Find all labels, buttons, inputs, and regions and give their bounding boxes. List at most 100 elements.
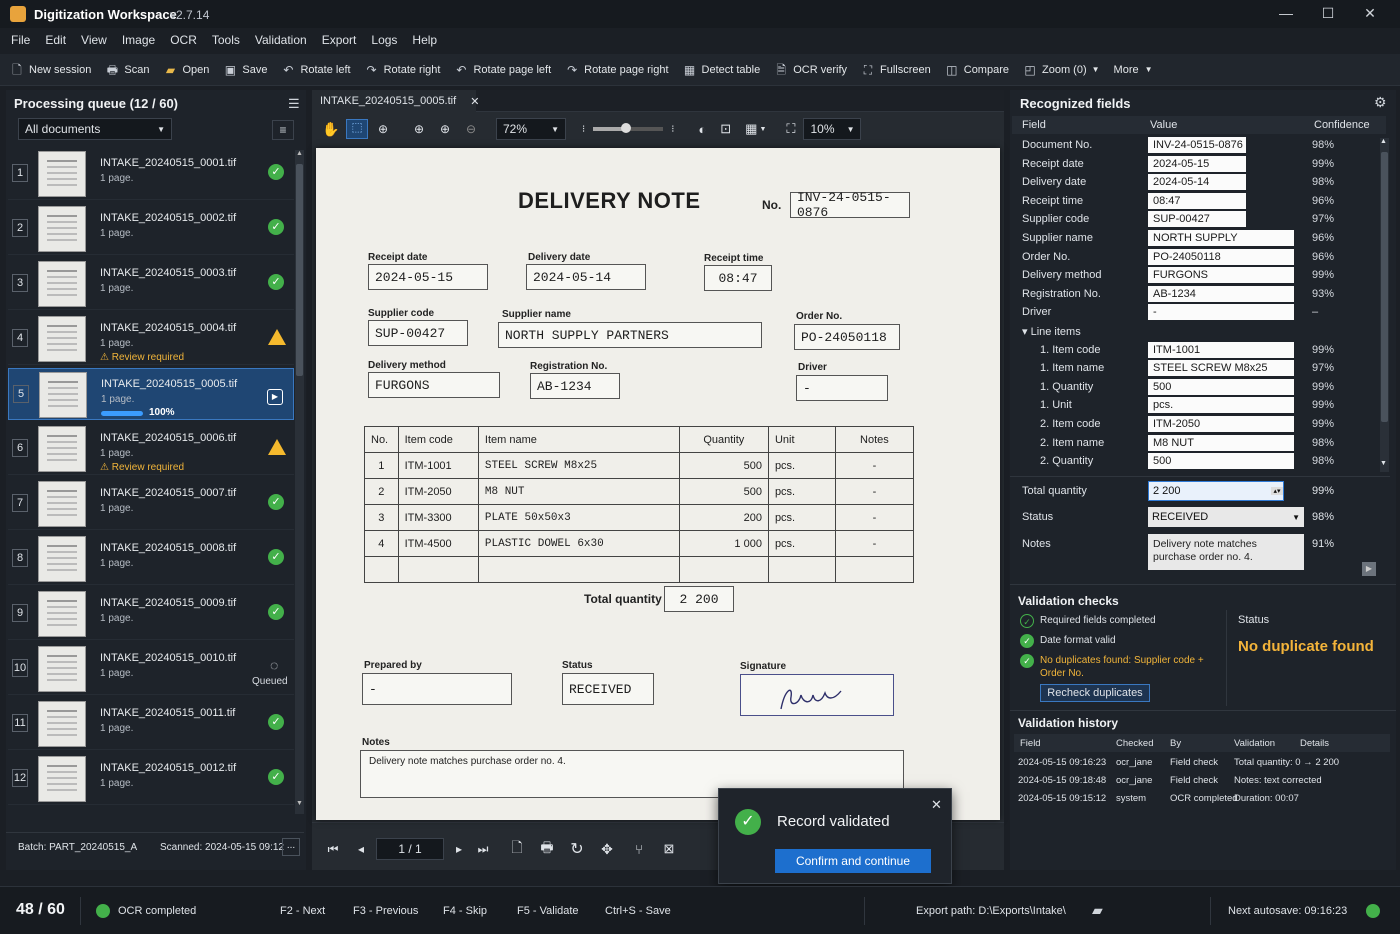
close-toast-icon[interactable]: ✕ (931, 797, 942, 813)
refresh-icon[interactable]: ↻ (568, 839, 586, 859)
menu-item-image[interactable]: Image (122, 33, 155, 47)
more-button[interactable]: More ▼ (1114, 64, 1153, 76)
ocr-verify-button[interactable]: 🗎 OCR verify (774, 63, 847, 77)
field-value-input[interactable]: pcs. (1148, 397, 1294, 414)
recheck-duplicates-button[interactable]: Recheck duplicates (1040, 684, 1150, 702)
queue-item[interactable]: 3 INTAKE_20240515_0003.tif 1 page. ✓ (8, 258, 294, 310)
move-icon[interactable]: ✥ (598, 841, 616, 858)
menu-item-tools[interactable]: Tools (212, 33, 240, 47)
grid-icon[interactable]: ▦ (745, 121, 757, 137)
filter-icon[interactable]: ≡ (272, 120, 294, 140)
zoom-out-icon[interactable]: ⊖ (460, 122, 482, 136)
zoom-in-icon[interactable]: ⊕ (434, 122, 456, 136)
field-value-input[interactable]: 2024-05-15 (1148, 155, 1246, 172)
field-value-input[interactable]: 500 (1148, 378, 1294, 395)
field-value-input[interactable]: ITM-1001 (1148, 341, 1294, 358)
scroll-up-icon[interactable]: ▲ (1380, 138, 1387, 145)
open-button[interactable]: ▰ Open (163, 63, 210, 77)
tab-document[interactable]: INTAKE_20240515_0005.tif ✕ (312, 90, 479, 112)
zoom-fit-icon[interactable]: ⊕ (408, 122, 430, 136)
contrast-slider[interactable] (593, 123, 664, 133)
gear-icon[interactable]: ⚙ (1374, 94, 1387, 111)
next-page-icon[interactable]: ▸ (450, 842, 468, 856)
crop-icon[interactable]: ⊡ (720, 121, 731, 137)
fields-scrollbar[interactable]: ▲ ▼ (1380, 138, 1389, 472)
deskew-icon[interactable]: ⛶ (786, 121, 795, 137)
queue-item[interactable]: 2 INTAKE_20240515_0002.tif 1 page. ✓ (8, 203, 294, 255)
play-icon[interactable]: ▶ (267, 389, 283, 405)
rotate-page-left-button[interactable]: ↶ Rotate page left (454, 63, 551, 77)
field-value-input[interactable]: STEEL SCREW M8x25 (1148, 360, 1294, 377)
rotate-left-button[interactable]: ↶ Rotate left (281, 63, 350, 77)
field-value-input[interactable]: - (1148, 304, 1294, 321)
menu-item-file[interactable]: File (11, 33, 30, 47)
queue-item[interactable]: 5 INTAKE_20240515_0005.tif 1 page. 100% … (8, 368, 294, 420)
scroll-thumb[interactable] (1381, 152, 1388, 422)
notes-textarea[interactable]: Delivery note matches purchase order no.… (1148, 534, 1304, 570)
threshold-select[interactable]: 10% ▼ (803, 118, 862, 140)
expand-icon[interactable]: ▶ (1362, 562, 1376, 576)
queue-scrollbar[interactable]: ▲ ▼ (295, 150, 304, 814)
queue-item[interactable]: 7 INTAKE_20240515_0007.tif 1 page. ✓ (8, 478, 294, 530)
field-value-input[interactable]: M8 NUT (1148, 434, 1294, 451)
menu-item-logs[interactable]: Logs (371, 33, 397, 47)
page-icon[interactable]: 🗋 (508, 837, 526, 861)
page-input[interactable]: 1 / 1 (376, 838, 444, 860)
close-window-icon[interactable]: ✕ (1360, 4, 1380, 22)
collapse-icon[interactable]: ☰ (288, 96, 300, 112)
queue-item[interactable]: 4 INTAKE_20240515_0004.tif 1 page. ⚠ Rev… (8, 313, 294, 365)
new-session-button[interactable]: 🗋 New session (10, 63, 91, 77)
zoom-button[interactable]: ◰ Zoom (0) ▼ (1023, 63, 1099, 77)
folder-icon[interactable]: ▰ (1092, 902, 1103, 919)
queue-item[interactable]: 9 INTAKE_20240515_0009.tif 1 page. ✓ (8, 588, 294, 640)
field-value-input[interactable]: INV-24-0515-0876 (1148, 137, 1246, 153)
field-value-input[interactable]: NORTH SUPPLY PARTNERS (1148, 230, 1294, 260)
queue-item[interactable]: 6 INTAKE_20240515_0006.tif 1 page. ⚠ Rev… (8, 423, 294, 475)
queue-item[interactable]: 12 INTAKE_20240515_0012.tif 1 page. ✓ (8, 753, 294, 805)
document-filter-select[interactable]: All documents ▼ (18, 118, 172, 140)
prev-page-icon[interactable]: ◂ (352, 842, 370, 856)
detect-table-button[interactable]: ▦ Detect table (683, 63, 760, 77)
field-value-input[interactable]: 2024-05-14 (1148, 174, 1246, 191)
scroll-down-icon[interactable]: ▼ (295, 800, 304, 810)
brightness-icon[interactable]: ◐ (698, 122, 706, 137)
menu-item-validation[interactable]: Validation (255, 33, 307, 47)
rotate-right-button[interactable]: ↷ Rotate right (365, 63, 441, 77)
scroll-thumb[interactable] (296, 164, 303, 376)
menu-item-view[interactable]: View (81, 33, 107, 47)
menu-item-export[interactable]: Export (322, 33, 357, 47)
queue-item[interactable]: 1 INTAKE_20240515_0001.tif 1 page. ✓ (8, 148, 294, 200)
hand-tool-icon[interactable]: ✋ (320, 121, 342, 138)
field-value-input[interactable]: 08:47 (1148, 192, 1246, 209)
select-area-icon[interactable]: ⬚ (346, 119, 368, 139)
scroll-down-icon[interactable]: ▼ (1380, 460, 1387, 467)
total-quantity-input[interactable]: 2 200 ▴▾ (1148, 481, 1284, 501)
fullscreen-button[interactable]: ⛶ Fullscreen (861, 63, 931, 77)
print-icon[interactable]: 🖶 (538, 837, 556, 861)
field-value-input[interactable]: PO-24050118 (1148, 248, 1294, 265)
slider-handle[interactable] (621, 123, 632, 133)
menu-item-ocr[interactable]: OCR (170, 33, 197, 47)
save-button[interactable]: ▣ Save (223, 63, 268, 77)
zoom-area-icon[interactable]: ⊕ (372, 122, 394, 136)
rotate-page-right-button[interactable]: ↷ Rotate page right (565, 63, 668, 77)
last-page-icon[interactable]: ⏭ (474, 842, 492, 857)
field-value-input[interactable]: SUP-00427 (1148, 211, 1246, 228)
field-value-input[interactable]: AB-1234 (1148, 285, 1294, 302)
field-value-input[interactable]: 500 (1148, 453, 1294, 470)
maximize-icon[interactable]: ☐ (1318, 4, 1338, 22)
minimize-icon[interactable]: — (1276, 4, 1296, 22)
split-icon[interactable]: ⑂ (630, 842, 648, 857)
status-select[interactable]: RECEIVED ▼ (1148, 507, 1304, 527)
first-page-icon[interactable]: ⏮ (324, 842, 342, 857)
queue-item[interactable]: 10 INTAKE_20240515_0010.tif 1 page. ◌ Que… (8, 643, 294, 695)
stepper-icon[interactable]: ▴▾ (1271, 487, 1283, 495)
field-value-input[interactable]: FURGONS (1148, 267, 1294, 284)
queue-item[interactable]: 8 INTAKE_20240515_0008.tif 1 page. ✓ (8, 533, 294, 585)
close-tab-icon[interactable]: ✕ (470, 95, 479, 108)
compare-button[interactable]: ◫ Compare (945, 63, 1009, 77)
scan-button[interactable]: 🖶 Scan (105, 63, 150, 77)
zoom-select[interactable]: 72% ▼ (496, 118, 566, 140)
field-value-input[interactable]: ITM-2050 (1148, 416, 1294, 432)
queue-item[interactable]: 11 INTAKE_20240515_0011.tif 1 page. ✓ (8, 698, 294, 750)
